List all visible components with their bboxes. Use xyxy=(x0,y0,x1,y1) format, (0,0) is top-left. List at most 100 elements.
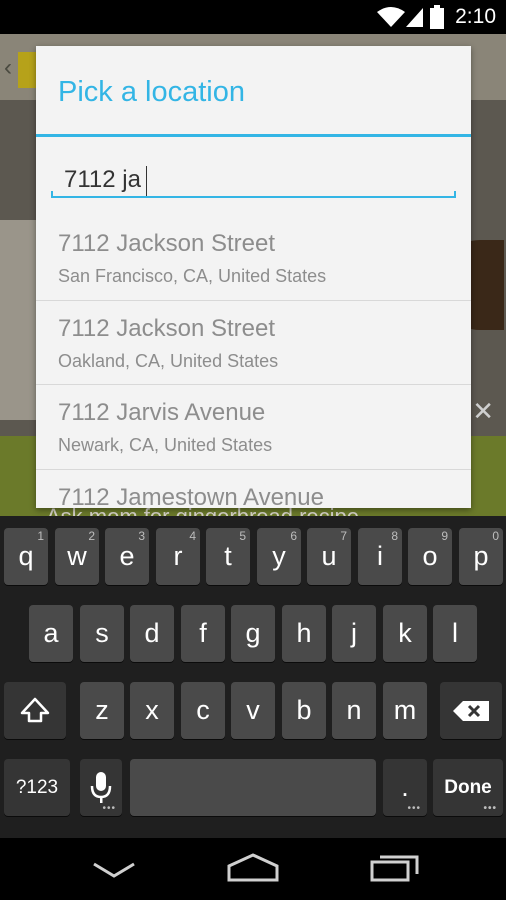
input-underline xyxy=(51,191,456,198)
key-hint: 0 xyxy=(492,529,499,543)
key-hint: 9 xyxy=(441,529,448,543)
key-label: l xyxy=(452,618,458,648)
key-hint: 2 xyxy=(88,529,95,543)
navigation-bar xyxy=(0,838,506,900)
result-street: 7112 Jackson Street xyxy=(58,314,276,342)
key-d[interactable]: d xyxy=(130,605,174,662)
backspace-icon xyxy=(453,700,489,721)
key-u[interactable]: u7 xyxy=(307,528,351,585)
key-k[interactable]: k xyxy=(383,605,427,662)
key-z[interactable]: z xyxy=(80,682,124,739)
space-bar[interactable] xyxy=(130,759,376,816)
key-j[interactable]: j xyxy=(332,605,376,662)
key-label: q xyxy=(18,541,34,571)
up-caret-icon: ‹ xyxy=(4,54,12,81)
more-options-dots: ••• xyxy=(407,803,421,814)
text-cursor xyxy=(146,166,147,196)
result-item[interactable]: 7112 Jamestown Avenue xyxy=(36,470,471,509)
done-key[interactable]: Done ••• xyxy=(433,759,503,816)
pick-location-dialog: Pick a location 7112 Jackson Street San … xyxy=(36,46,471,508)
key-label: a xyxy=(43,618,59,648)
key-label: c xyxy=(196,695,210,725)
result-city: Oakland, CA, United States xyxy=(58,350,279,371)
shift-icon xyxy=(20,697,50,722)
key-t[interactable]: t5 xyxy=(206,528,250,585)
results-list: 7112 Jackson Street San Francisco, CA, U… xyxy=(36,216,471,508)
voice-input-key[interactable]: ••• xyxy=(80,759,122,816)
key-r[interactable]: r4 xyxy=(156,528,200,585)
title-divider xyxy=(36,134,471,137)
key-label: . xyxy=(401,772,409,802)
key-label: n xyxy=(346,695,362,725)
key-e[interactable]: e3 xyxy=(105,528,149,585)
key-label: w xyxy=(67,541,87,571)
battery-icon xyxy=(430,5,444,29)
key-a[interactable]: a xyxy=(29,605,73,662)
status-clock: 2:10 xyxy=(455,5,496,28)
key-m[interactable]: m xyxy=(383,682,427,739)
key-x[interactable]: x xyxy=(130,682,174,739)
key-c[interactable]: c xyxy=(181,682,225,739)
result-street: 7112 Jarvis Avenue xyxy=(58,399,266,426)
key-label: d xyxy=(144,618,160,648)
key-label: g xyxy=(245,618,261,648)
key-label: ?123 xyxy=(15,776,59,798)
key-l[interactable]: l xyxy=(433,605,477,662)
key-p[interactable]: p0 xyxy=(459,528,503,585)
result-street: 7112 Jackson Street xyxy=(58,230,276,257)
key-hint: 7 xyxy=(340,529,347,543)
result-city: San Francisco, CA, United States xyxy=(58,266,327,286)
key-label: t xyxy=(224,541,232,571)
key-label: v xyxy=(246,695,260,725)
delete-key[interactable] xyxy=(440,682,502,739)
key-label: r xyxy=(173,541,183,571)
key-v[interactable]: v xyxy=(231,682,275,739)
key-label: s xyxy=(95,618,109,648)
key-label: p xyxy=(473,541,489,571)
period-key[interactable]: . ••• xyxy=(383,759,427,816)
key-label: f xyxy=(199,618,207,648)
key-f[interactable]: f xyxy=(181,605,225,662)
key-s[interactable]: s xyxy=(80,605,124,662)
result-item[interactable]: 7112 Jackson Street San Francisco, CA, U… xyxy=(36,216,471,301)
key-label: u xyxy=(321,541,337,571)
result-street: 7112 Jamestown Avenue xyxy=(58,483,324,509)
result-item[interactable]: 7112 Jarvis Avenue Newark, CA, United St… xyxy=(36,385,471,470)
key-label: x xyxy=(145,695,159,725)
key-hint: 1 xyxy=(37,529,44,543)
shift-key[interactable] xyxy=(4,682,66,739)
key-label: i xyxy=(377,541,383,571)
key-y[interactable]: y6 xyxy=(257,528,301,585)
status-bar: 2:10 xyxy=(0,0,506,34)
key-label: j xyxy=(351,618,357,648)
key-h[interactable]: h xyxy=(282,605,326,662)
home-icon[interactable] xyxy=(226,852,280,884)
close-icon: ✕ xyxy=(472,396,494,426)
recents-icon[interactable] xyxy=(370,854,420,882)
key-b[interactable]: b xyxy=(282,682,326,739)
key-q[interactable]: q1 xyxy=(4,528,48,585)
key-i[interactable]: i8 xyxy=(358,528,402,585)
location-search-input[interactable] xyxy=(50,160,455,200)
key-w[interactable]: w2 xyxy=(55,528,99,585)
key-n[interactable]: n xyxy=(332,682,376,739)
more-options-dots: ••• xyxy=(483,803,497,814)
microphone-icon xyxy=(90,771,112,803)
key-label: k xyxy=(398,618,412,648)
result-item[interactable]: 7112 Jackson Street Oakland, CA, United … xyxy=(36,301,471,385)
key-g[interactable]: g xyxy=(231,605,275,662)
symbols-key[interactable]: ?123 xyxy=(4,759,70,816)
key-hint: 5 xyxy=(239,529,246,543)
more-options-dots: ••• xyxy=(102,803,116,814)
key-label: o xyxy=(422,541,438,571)
key-hint: 4 xyxy=(189,529,196,543)
key-label: y xyxy=(272,541,286,571)
key-hint: 8 xyxy=(391,529,398,543)
key-label: h xyxy=(296,618,312,648)
dialog-title: Pick a location xyxy=(58,76,245,108)
back-icon[interactable] xyxy=(92,860,136,880)
key-label: m xyxy=(393,695,417,725)
key-hint: 6 xyxy=(290,529,297,543)
key-o[interactable]: o9 xyxy=(408,528,452,585)
signal-icon xyxy=(406,8,423,27)
